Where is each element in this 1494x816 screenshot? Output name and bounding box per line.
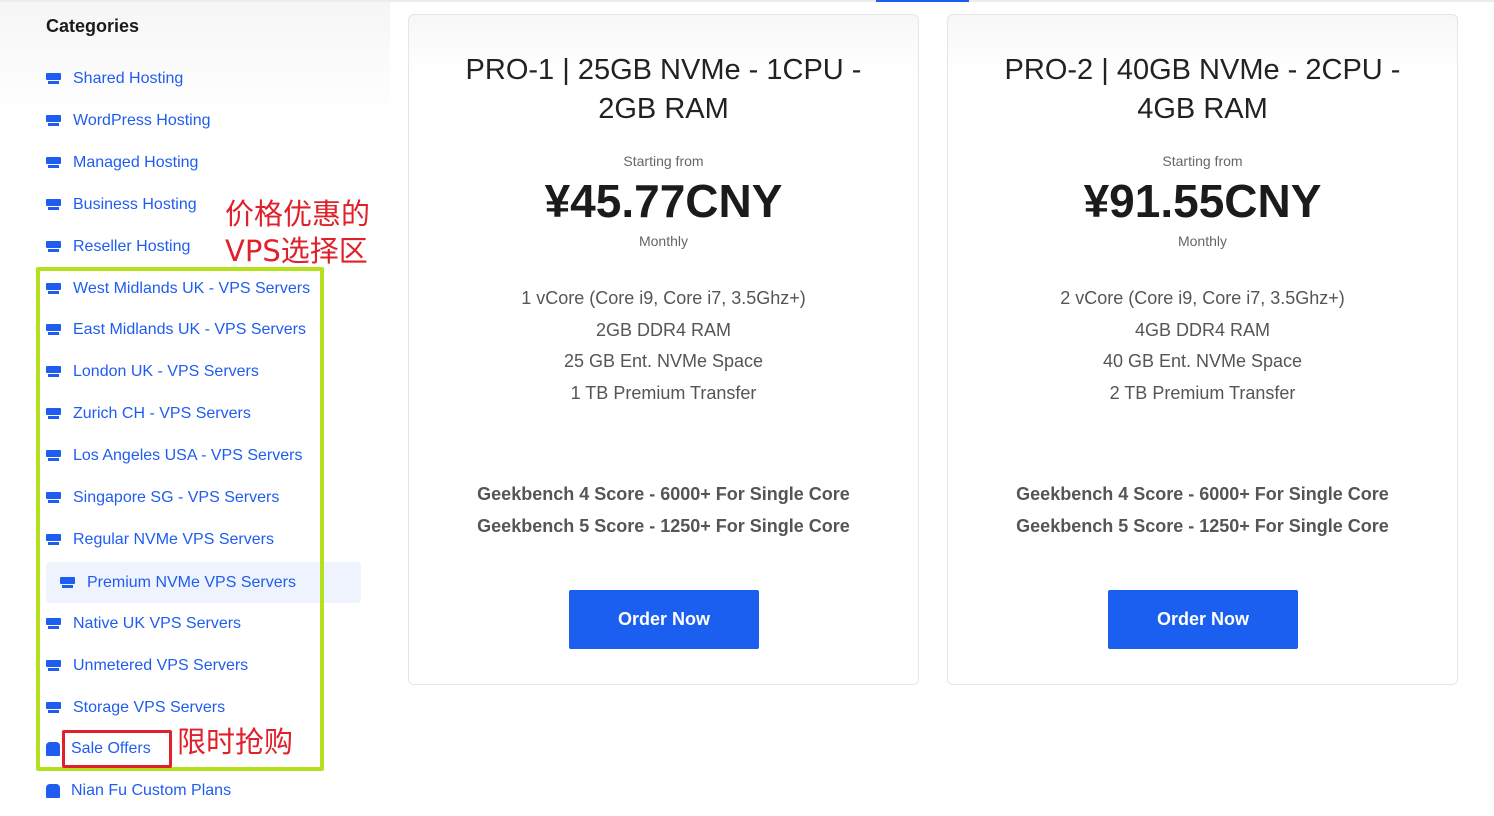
sidebar-item-label: Business Hosting	[73, 195, 197, 213]
benchmark-item: Geekbench 5 Score - 1250+ For Single Cor…	[1016, 516, 1389, 536]
benchmark-item: Geekbench 4 Score - 6000+ For Single Cor…	[477, 484, 850, 504]
sidebar-item-managed-hosting[interactable]: Managed Hosting	[46, 153, 198, 173]
feature-item: 2 vCore (Core i9, Core i7, 3.5Ghz+)	[1060, 288, 1345, 308]
order-now-button[interactable]: Order Now	[1108, 590, 1298, 649]
benchmark-item: Geekbench 5 Score - 1250+ For Single Cor…	[477, 516, 850, 536]
benchmark-item: Geekbench 4 Score - 6000+ For Single Cor…	[1016, 484, 1389, 504]
sidebar-item-reseller-hosting[interactable]: Reseller Hosting	[46, 237, 190, 257]
product-title: PRO-1 | 25GB NVMe - 1CPU - 2GB RAM	[465, 54, 862, 125]
product-price: ¥91.55CNY	[1083, 175, 1322, 227]
annotation-flash-sale: 限时抢购	[177, 725, 294, 759]
server-icon	[46, 240, 62, 253]
sidebar-item-label: Shared Hosting	[73, 70, 184, 87]
categories-heading: Categories	[46, 16, 140, 36]
server-icon	[46, 198, 62, 211]
starting-from-label: Starting from	[1162, 153, 1243, 169]
product-price: ¥45.77CNY	[544, 175, 783, 227]
annotation-red-box	[62, 730, 172, 768]
server-icon	[46, 114, 62, 127]
feature-list: 2 vCore (Core i9, Core i7, 3.5Ghz+) 4GB D…	[948, 283, 1457, 409]
server-icon	[46, 156, 62, 169]
feature-item: 2GB DDR4 RAM	[595, 319, 732, 340]
billing-cycle: Monthly	[638, 233, 689, 249]
feature-item: 1 TB Premium Transfer	[570, 382, 757, 403]
sidebar-item-label: Nian Fu Custom Plans	[71, 782, 232, 800]
starting-from-label: Starting from	[623, 153, 704, 169]
feature-item: 40 GB Ent. NVMe Space	[1102, 351, 1303, 371]
feature-list: 1 vCore (Core i9, Core i7, 3.5Ghz+) 2GB D…	[409, 283, 918, 409]
sidebar-item-business-hosting[interactable]: Business Hosting	[46, 195, 197, 215]
benchmark-list: Geekbench 4 Score - 6000+ For Single Cor…	[409, 478, 918, 542]
sidebar-item-label: WordPress Hosting	[73, 111, 211, 129]
sidebar-item-label: Reseller Hosting	[73, 237, 191, 255]
sidebar-item-shared-hosting[interactable]: Shared Hosting	[46, 69, 183, 89]
benchmark-list: Geekbench 4 Score - 6000+ For Single Cor…	[948, 478, 1457, 542]
active-tab-indicator	[876, 0, 969, 2]
feature-item: 1 vCore (Core i9, Core i7, 3.5Ghz+)	[521, 288, 806, 308]
billing-cycle: Monthly	[1177, 233, 1228, 249]
feature-item: 2 TB Premium Transfer	[1109, 382, 1296, 403]
product-card: PRO-1 | 25GB NVMe - 1CPU - 2GB RAM Start…	[408, 14, 919, 685]
server-icon	[46, 73, 62, 85]
product-title: PRO-2 | 40GB NVMe - 2CPU - 4GB RAM	[1004, 54, 1401, 125]
annotation-green-box	[36, 267, 324, 771]
shopping-bag-icon	[46, 784, 60, 799]
product-card: PRO-2 | 40GB NVMe - 2CPU - 4GB RAM Start…	[947, 14, 1458, 685]
order-now-button[interactable]: Order Now	[569, 590, 759, 649]
sidebar-item-label: Managed Hosting	[73, 153, 199, 171]
feature-item: 25 GB Ent. NVMe Space	[563, 351, 764, 371]
feature-item: 4GB DDR4 RAM	[1134, 319, 1271, 340]
sidebar-item-wordpress-hosting[interactable]: WordPress Hosting	[46, 111, 211, 131]
sidebar-item-nian-fu-custom-plans[interactable]: Nian Fu Custom Plans	[46, 781, 231, 801]
annotation-vps-area: 价格优惠的 VPS选择区	[225, 197, 371, 268]
